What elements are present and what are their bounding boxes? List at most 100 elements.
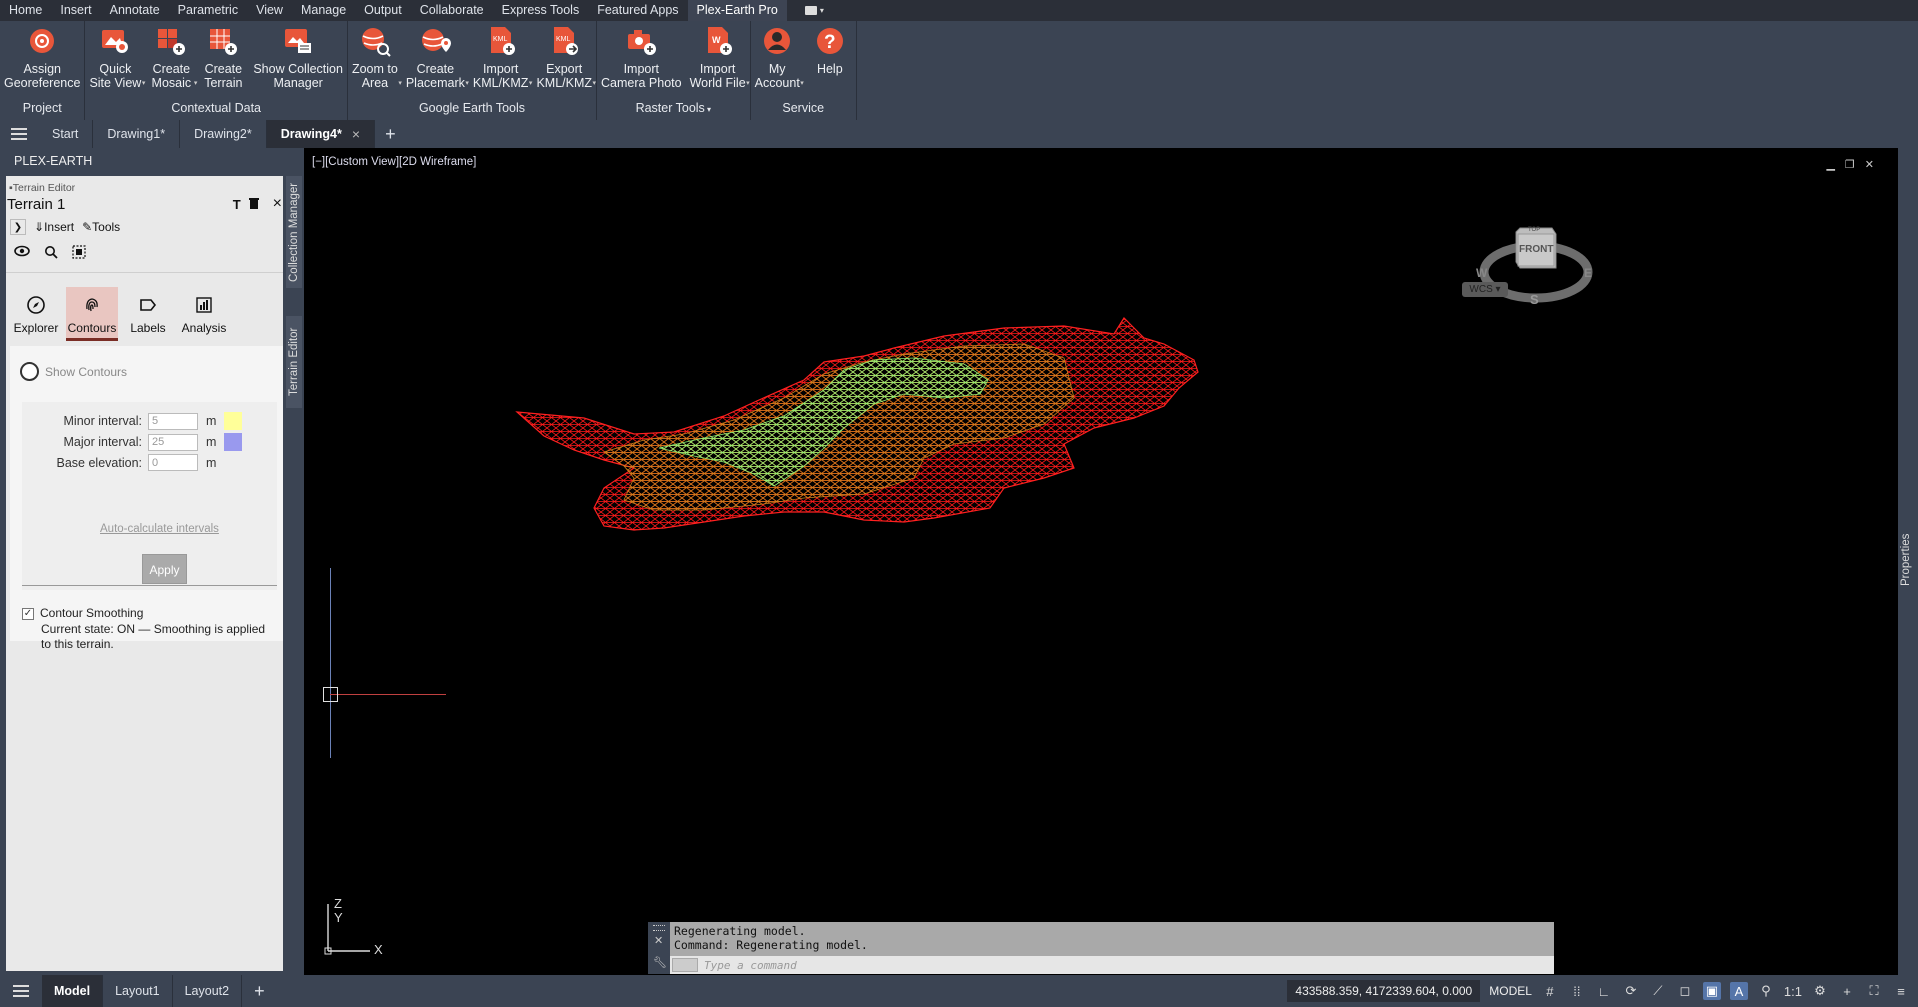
menu-item-home[interactable]: Home xyxy=(0,0,51,21)
tab-drawing2[interactable]: Drawing2* xyxy=(180,120,267,148)
annotation-visibility-icon[interactable]: A xyxy=(1729,982,1748,1000)
delete-icon[interactable] xyxy=(248,197,259,212)
menu-item-express-tools[interactable]: Express Tools xyxy=(493,0,589,21)
expand-chevron-icon[interactable]: ❯ xyxy=(10,219,26,235)
tab-close-icon[interactable]: × xyxy=(352,120,360,148)
assign-georeference-button[interactable]: Assign Georeference xyxy=(0,25,84,90)
smoothing-checkbox[interactable]: ✓ xyxy=(22,607,34,620)
tab-analysis[interactable]: Analysis xyxy=(178,287,230,341)
command-input[interactable]: Type a command xyxy=(670,956,1554,974)
tab-explorer[interactable]: Explorer xyxy=(10,287,62,341)
close-icon[interactable]: ✕ xyxy=(654,934,663,947)
close-icon[interactable]: × xyxy=(273,195,282,213)
mosaic-icon xyxy=(155,25,187,62)
select-area-icon[interactable] xyxy=(72,245,86,262)
customize-wrench-icon[interactable]: 🔧︎ xyxy=(653,956,667,969)
hamburger-icon xyxy=(11,128,27,140)
settings-gear-icon[interactable]: ⚙ xyxy=(1811,982,1829,1000)
polar-icon[interactable]: ⟳ xyxy=(1622,982,1640,1000)
annotation-scale-icon[interactable]: ⚲ xyxy=(1757,982,1775,1000)
menu-bar: Home Insert Annotate Parametric View Manage Ou… xyxy=(0,0,1918,21)
svg-text:?: ? xyxy=(824,32,836,53)
tab-drawing1[interactable]: Drawing1* xyxy=(93,120,181,148)
create-placemark-button[interactable]: Create Placemark ▾ xyxy=(402,25,469,90)
tab-labels[interactable]: Labels xyxy=(122,287,174,341)
import-kml-kmz-button[interactable]: KML Import KML/KMZ ▾ xyxy=(469,25,532,90)
model-space-button[interactable]: MODEL xyxy=(1489,984,1532,998)
workspace-switch-icon[interactable]: ▾ xyxy=(804,6,824,15)
properties-tab[interactable]: Properties xyxy=(1900,528,1916,592)
menu-item-plex-earth-pro[interactable]: Plex-Earth Pro xyxy=(687,0,787,21)
ortho-icon[interactable]: ∟ xyxy=(1595,982,1613,1000)
collection-manager-tab[interactable]: Collection Manager xyxy=(286,176,302,288)
menu-item-view[interactable]: View xyxy=(247,0,292,21)
apply-button[interactable]: Apply xyxy=(142,554,187,584)
insert-menu[interactable]: ⇓Insert xyxy=(34,220,74,234)
base-elevation-input[interactable] xyxy=(148,454,198,471)
menu-item-insert[interactable]: Insert xyxy=(51,0,100,21)
auto-calculate-link[interactable]: Auto-calculate intervals xyxy=(100,523,219,535)
create-terrain-button[interactable]: Create Terrain xyxy=(197,25,249,90)
ribbon-group-name: Project xyxy=(0,99,84,120)
grid-icon[interactable]: # xyxy=(1541,982,1559,1000)
coordinate-readout[interactable]: 433588.359, 4172339.604, 0.000 xyxy=(1287,980,1481,1002)
fullscreen-icon[interactable]: ⛶ xyxy=(1865,982,1883,1000)
layout-menu-button[interactable] xyxy=(0,975,42,1007)
group-expand-icon[interactable]: ▾ xyxy=(705,105,711,114)
tab-contours[interactable]: Contours xyxy=(66,287,118,341)
dropdown-arrow-icon[interactable]: ▾ xyxy=(592,79,596,87)
drawing-viewport[interactable]: [−][Custom View][2D Wireframe] ▁ ❐ ✕ TOP… xyxy=(304,148,1898,975)
dropdown-arrow-icon[interactable]: ▾ xyxy=(800,79,804,87)
menu-item-collaborate[interactable]: Collaborate xyxy=(411,0,493,21)
export-kml-kmz-button[interactable]: KML Export KML/KMZ ▾ xyxy=(532,25,596,90)
viewcube[interactable]: TOP FRONT W E S xyxy=(1476,208,1596,328)
selection-cycling-icon[interactable]: ▣ xyxy=(1702,982,1721,1000)
osnap-icon[interactable]: ◻ xyxy=(1676,982,1694,1000)
dropdown-arrow-icon[interactable]: ▾ xyxy=(746,79,750,87)
rename-icon[interactable]: T xyxy=(233,197,241,212)
new-layout-button[interactable]: + xyxy=(242,975,277,1007)
group-label: Contextual Data xyxy=(171,101,262,115)
create-mosaic-button[interactable]: Create Mosaic ▾ xyxy=(145,25,197,90)
zoom-globe-icon xyxy=(359,25,391,62)
snap-icon[interactable]: ⁞⁞ xyxy=(1568,982,1586,1000)
tab-label: Drawing2* xyxy=(194,127,252,141)
menu-item-annotate[interactable]: Annotate xyxy=(101,0,169,21)
help-icon: ? xyxy=(814,25,846,62)
zoom-search-icon[interactable] xyxy=(44,245,58,262)
menu-item-featured-apps[interactable]: Featured Apps xyxy=(588,0,687,21)
quick-site-view-button[interactable]: Quick Site View ▾ xyxy=(85,25,145,90)
isodraft-icon[interactable]: ⟋ xyxy=(1649,982,1667,1000)
new-tab-button[interactable]: + xyxy=(375,120,406,148)
tab-model[interactable]: Model xyxy=(42,975,104,1007)
tab-start[interactable]: Start xyxy=(38,120,94,148)
show-contours-toggle[interactable]: Show Contours xyxy=(10,346,283,381)
minor-interval-input[interactable] xyxy=(148,412,198,430)
import-camera-photo-button[interactable]: Import Camera Photo xyxy=(597,25,686,90)
tools-menu[interactable]: ✎Tools xyxy=(82,220,120,234)
zoom-to-area-button[interactable]: Zoom to Area ▾ xyxy=(348,25,402,90)
visibility-eye-icon[interactable] xyxy=(14,245,30,262)
customize-menu-icon[interactable]: ≡ xyxy=(1892,982,1910,1000)
show-collection-manager-button[interactable]: Show Collection Manager xyxy=(249,25,347,90)
recent-commands-icon[interactable] xyxy=(672,958,698,972)
minor-color-swatch[interactable] xyxy=(224,412,242,430)
my-account-button[interactable]: My Account ▾ xyxy=(751,25,804,90)
ribbon-button-label: Create Mosaic xyxy=(151,62,192,90)
scale-readout[interactable]: 1:1 xyxy=(1784,982,1802,1000)
tab-drawing4[interactable]: Drawing4* × xyxy=(266,120,376,148)
tab-layout1[interactable]: Layout1 xyxy=(103,975,173,1007)
tab-layout2[interactable]: Layout2 xyxy=(173,975,243,1007)
add-icon[interactable]: + xyxy=(1838,982,1856,1000)
menu-item-manage[interactable]: Manage xyxy=(292,0,355,21)
major-interval-input[interactable] xyxy=(148,433,198,451)
app-menu-button[interactable] xyxy=(0,120,38,148)
command-line-handle[interactable]: ✕ 🔧︎ xyxy=(648,922,670,974)
wcs-menu[interactable]: WCS ▾ xyxy=(1462,282,1508,297)
major-color-swatch[interactable] xyxy=(224,433,242,451)
menu-item-output[interactable]: Output xyxy=(355,0,411,21)
import-world-file-button[interactable]: W Import World File ▾ xyxy=(686,25,750,90)
terrain-editor-tab[interactable]: Terrain Editor xyxy=(286,316,302,408)
menu-item-parametric[interactable]: Parametric xyxy=(169,0,247,21)
help-button[interactable]: ? Help xyxy=(804,25,856,76)
